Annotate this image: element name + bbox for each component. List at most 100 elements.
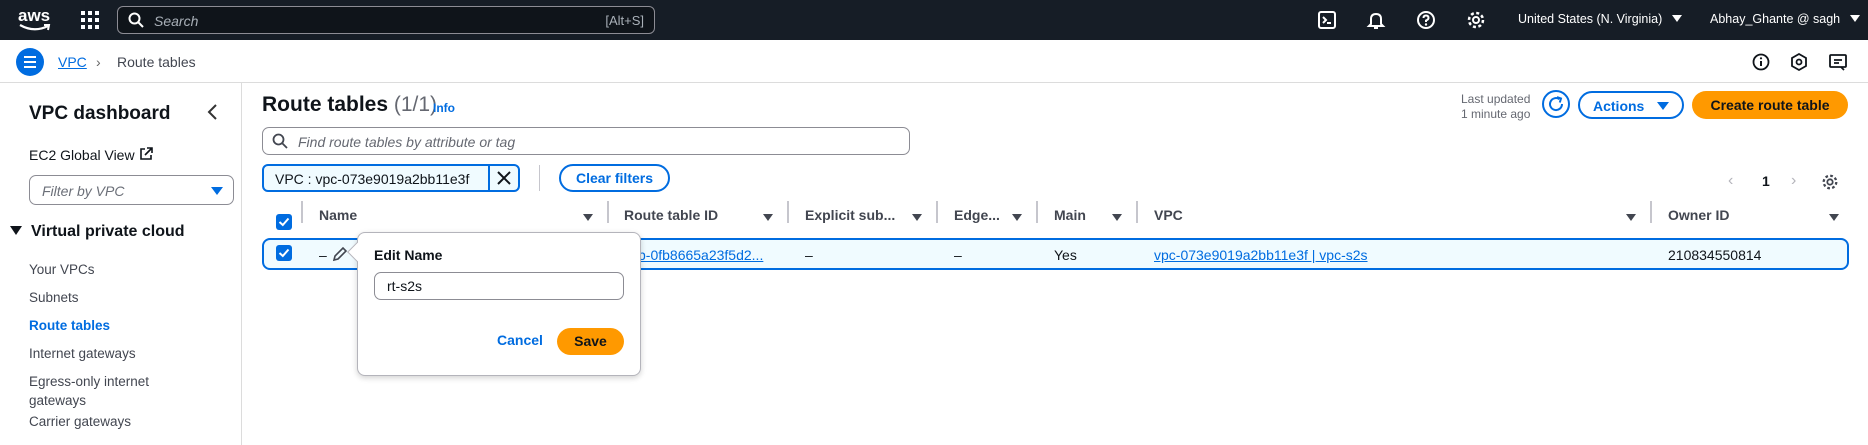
top-navigation-bar: aws Search [Alt+S] United States (N. Vir… bbox=[0, 0, 1868, 40]
column-header-owner-id[interactable]: Owner ID bbox=[1668, 207, 1729, 223]
sort-caret-icon[interactable] bbox=[583, 214, 593, 221]
column-separator[interactable] bbox=[1036, 201, 1038, 223]
cell-edge: – bbox=[954, 247, 962, 263]
sidebar-item-route-tables[interactable]: Route tables bbox=[29, 316, 110, 335]
account-menu[interactable]: Abhay_Ghante @ sagh bbox=[1710, 12, 1860, 26]
sidebar-item-carrier-gateways[interactable]: Carrier gateways bbox=[29, 412, 131, 431]
sort-caret-icon[interactable] bbox=[1626, 214, 1636, 221]
column-header-explicit-subnet[interactable]: Explicit sub... bbox=[805, 207, 895, 223]
edit-name-popover: Edit Name Cancel Save bbox=[347, 232, 641, 376]
last-updated-label: Last updated bbox=[1461, 92, 1531, 106]
column-header-main[interactable]: Main bbox=[1054, 207, 1086, 223]
sidebar-title[interactable]: VPC dashboard bbox=[29, 103, 170, 125]
cell-main: Yes bbox=[1054, 247, 1077, 263]
sidebar-item-egress-only-internet-gateways[interactable]: Egress-only internet gateways bbox=[29, 372, 179, 410]
filter-by-vpc-placeholder: Filter by VPC bbox=[42, 183, 125, 199]
last-updated-value: 1 minute ago bbox=[1461, 107, 1531, 121]
edit-name-input[interactable] bbox=[374, 272, 624, 300]
cell-vpc-link[interactable]: vpc-073e9019a2bb11e3f | vpc-s2s bbox=[1154, 247, 1368, 263]
search-icon bbox=[128, 12, 144, 33]
info-icon[interactable] bbox=[1751, 52, 1771, 72]
display-preferences-icon[interactable] bbox=[1828, 52, 1848, 72]
sidebar-item-internet-gateways[interactable]: Internet gateways bbox=[29, 344, 136, 363]
help-icon[interactable] bbox=[1416, 10, 1436, 30]
sidebar-item-subnets[interactable]: Subnets bbox=[29, 288, 79, 307]
settings-gear-icon[interactable] bbox=[1466, 10, 1486, 30]
cancel-button[interactable]: Cancel bbox=[497, 332, 543, 348]
save-button[interactable]: Save bbox=[557, 328, 624, 355]
column-separator[interactable] bbox=[1650, 201, 1652, 223]
region-selector[interactable]: United States (N. Virginia) bbox=[1518, 12, 1682, 26]
sidebar-section-virtual-private-cloud[interactable]: Virtual private cloud bbox=[10, 223, 185, 241]
sidebar-item-ec2-global-view[interactable]: EC2 Global View bbox=[29, 147, 135, 163]
column-separator[interactable] bbox=[1136, 201, 1138, 223]
page-title: Route tables (1/1) bbox=[262, 93, 437, 117]
external-link-icon bbox=[139, 147, 153, 161]
remove-filter-close-icon[interactable] bbox=[488, 166, 519, 190]
cell-explicit-subnet: – bbox=[805, 247, 813, 263]
vpc-filter-token[interactable]: VPC : vpc-073e9019a2bb11e3f bbox=[262, 164, 520, 192]
sidebar-item-your-vpcs[interactable]: Your VPCs bbox=[29, 260, 95, 279]
search-placeholder: Search bbox=[154, 13, 199, 29]
chevron-down-icon bbox=[1671, 15, 1682, 22]
services-grid-icon[interactable] bbox=[80, 10, 100, 30]
cloudshell-icon[interactable] bbox=[1317, 10, 1337, 30]
popover-title: Edit Name bbox=[374, 247, 443, 263]
info-link[interactable]: Info bbox=[433, 101, 455, 115]
sort-caret-icon[interactable] bbox=[1112, 214, 1122, 221]
edit-pencil-icon[interactable] bbox=[332, 246, 348, 267]
breadcrumb-vpc-link[interactable]: VPC bbox=[58, 54, 87, 70]
search-shortcut: [Alt+S] bbox=[605, 13, 644, 28]
column-header-route-table-id[interactable]: Route table ID bbox=[624, 207, 718, 223]
table-preferences-gear-icon[interactable] bbox=[1821, 173, 1839, 191]
sort-caret-icon[interactable] bbox=[1829, 214, 1839, 221]
create-route-table-button[interactable]: Create route table bbox=[1692, 91, 1848, 119]
breadcrumb-current: Route tables bbox=[117, 54, 196, 70]
feedback-hexagon-icon[interactable] bbox=[1789, 52, 1809, 72]
column-separator[interactable] bbox=[787, 201, 789, 223]
find-placeholder: Find route tables by attribute or tag bbox=[298, 134, 516, 150]
find-route-tables-input[interactable]: Find route tables by attribute or tag bbox=[262, 127, 910, 155]
column-header-vpc[interactable]: VPC bbox=[1154, 207, 1183, 223]
row-checkbox[interactable] bbox=[276, 245, 292, 261]
sort-caret-icon[interactable] bbox=[1012, 214, 1022, 221]
sort-caret-icon[interactable] bbox=[763, 214, 773, 221]
aws-logo[interactable]: aws bbox=[18, 6, 52, 34]
sort-caret-icon[interactable] bbox=[912, 214, 922, 221]
search-icon bbox=[272, 133, 288, 154]
page-title-text: Route tables bbox=[262, 93, 389, 116]
select-all-checkbox[interactable] bbox=[276, 214, 292, 230]
caret-down-icon bbox=[1657, 102, 1669, 110]
region-label: United States (N. Virginia) bbox=[1518, 12, 1663, 26]
column-separator bbox=[301, 201, 303, 223]
filter-by-vpc-select[interactable]: Filter by VPC bbox=[29, 175, 234, 205]
caret-down-icon bbox=[211, 187, 223, 195]
filter-token-text: VPC : vpc-073e9019a2bb11e3f bbox=[275, 171, 470, 187]
column-separator[interactable] bbox=[936, 201, 938, 223]
account-label: Abhay_Ghante @ sagh bbox=[1710, 12, 1841, 26]
cell-route-table-id-link[interactable]: b-0fb8665a23f5d2... bbox=[638, 247, 763, 263]
breadcrumb-bar: VPC › Route tables bbox=[0, 40, 1868, 83]
last-updated: Last updated 1 minute ago bbox=[1461, 92, 1530, 122]
notifications-bell-icon[interactable] bbox=[1366, 10, 1386, 30]
collapse-chevron-left-icon[interactable] bbox=[206, 103, 218, 127]
page-number[interactable]: 1 bbox=[1762, 173, 1770, 189]
cell-name: – bbox=[319, 247, 327, 263]
next-page-chevron-icon[interactable]: › bbox=[1791, 172, 1796, 190]
column-header-edge[interactable]: Edge... bbox=[954, 207, 1000, 223]
actions-dropdown-button[interactable]: Actions bbox=[1578, 91, 1684, 119]
refresh-icon bbox=[1549, 96, 1564, 112]
breadcrumb-chevron-icon: › bbox=[96, 54, 101, 70]
refresh-button[interactable] bbox=[1542, 90, 1570, 118]
actions-label: Actions bbox=[1593, 98, 1645, 114]
menu-hamburger-icon[interactable] bbox=[16, 48, 44, 76]
column-header-name[interactable]: Name bbox=[319, 207, 357, 223]
previous-page-chevron-icon[interactable]: ‹ bbox=[1728, 172, 1733, 190]
filter-divider bbox=[539, 165, 540, 191]
sidebar-section-label: Virtual private cloud bbox=[31, 223, 185, 240]
side-navigation: VPC dashboard EC2 Global View Filter by … bbox=[0, 83, 242, 445]
clear-filters-button[interactable]: Clear filters bbox=[559, 164, 670, 192]
global-search-input[interactable]: Search [Alt+S] bbox=[117, 6, 655, 34]
column-separator[interactable] bbox=[607, 201, 609, 223]
chevron-down-icon bbox=[1849, 15, 1860, 22]
